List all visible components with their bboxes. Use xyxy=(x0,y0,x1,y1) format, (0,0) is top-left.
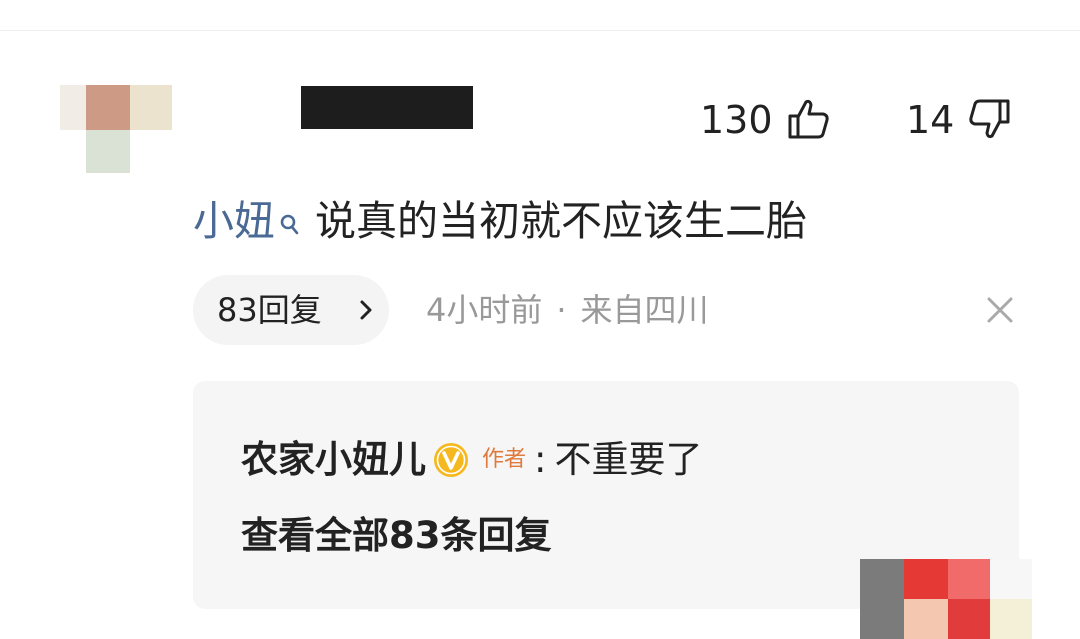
like-count: 130 xyxy=(700,98,773,142)
meta-separator: · xyxy=(556,291,567,329)
reply-count-button[interactable]: 83回复 xyxy=(193,275,389,345)
reply-count-label: 83回复 xyxy=(217,291,322,329)
reply-author[interactable]: 农家小妞儿 xyxy=(241,435,426,485)
comment-line: 小妞 说真的当初就不应该生二胎 xyxy=(193,195,807,251)
verified-v-icon xyxy=(432,441,470,479)
thumbs-down-icon[interactable] xyxy=(966,96,1012,142)
decorative-sticker-mosaic xyxy=(860,559,1032,639)
view-all-replies-link[interactable]: 查看全部83条回复 xyxy=(241,511,552,561)
reply-item[interactable]: 农家小妞儿 作者 : 不重要了 xyxy=(241,435,702,485)
reply-separator: : xyxy=(534,438,547,481)
chevron-right-icon xyxy=(358,299,374,325)
top-divider xyxy=(0,30,1080,31)
thumbs-up-icon[interactable] xyxy=(786,96,832,142)
comment-meta: 4小时前 · 来自四川 xyxy=(426,289,709,331)
comment-location: 来自四川 xyxy=(580,291,709,329)
close-icon[interactable] xyxy=(984,294,1016,326)
comment-time: 4小时前 xyxy=(426,291,543,329)
avatar[interactable] xyxy=(60,85,172,173)
author-badge: 作者 xyxy=(482,447,527,472)
dislike-count: 14 xyxy=(906,98,955,142)
comment-text: 说真的当初就不应该生二胎 xyxy=(315,197,807,245)
redacted-username-block xyxy=(301,86,473,129)
comment-username[interactable]: 小妞 xyxy=(193,197,275,245)
level-badge-icon xyxy=(277,199,301,251)
reply-text: 不重要了 xyxy=(554,438,703,481)
